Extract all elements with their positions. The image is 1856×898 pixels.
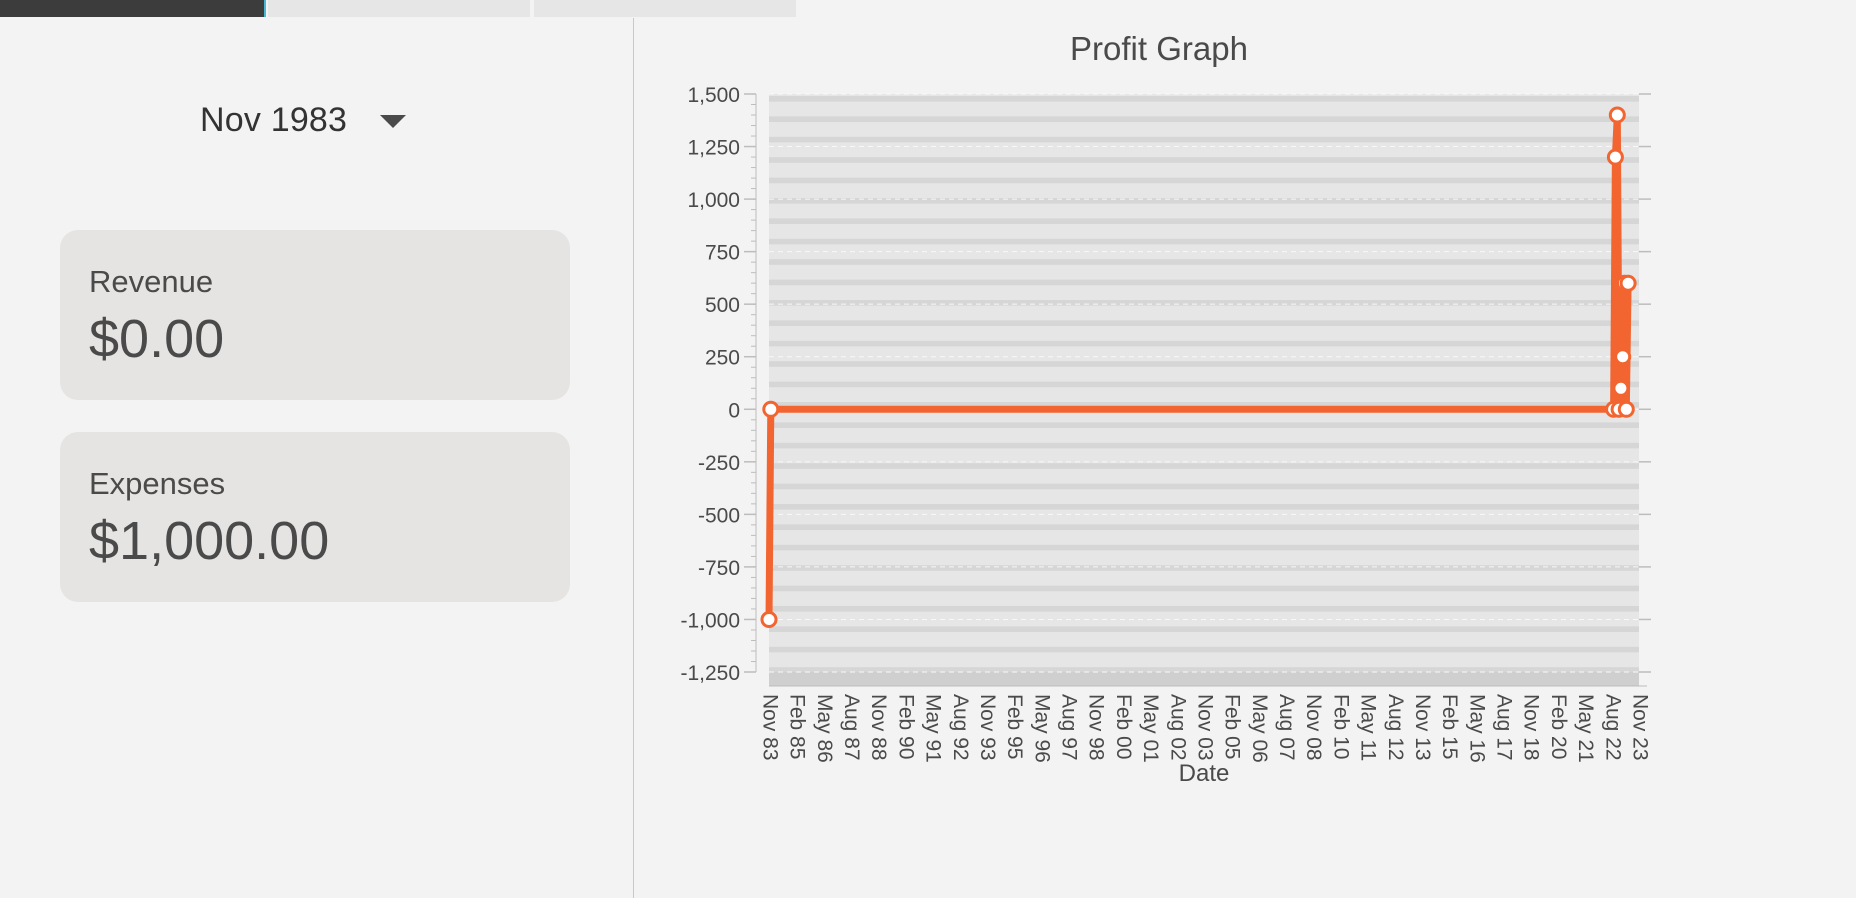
plot-stripe	[769, 116, 1639, 123]
x-tick-label: Feb 85	[786, 694, 809, 759]
tab-1[interactable]	[0, 0, 266, 17]
y-tick-label: 1,250	[687, 137, 740, 160]
x-tick-label: May 16	[1465, 694, 1488, 763]
x-tick-label: Feb 10	[1329, 694, 1352, 759]
x-tick-label: Feb 15	[1438, 694, 1461, 759]
data-point	[1619, 274, 1637, 292]
plot-stripe	[769, 606, 1639, 612]
expenses-value: $1,000.00	[89, 511, 330, 571]
plot-stripe	[769, 646, 1639, 653]
x-tick-label: May 11	[1357, 694, 1380, 761]
y-tick-label: 1,500	[687, 84, 740, 107]
x-tick-label: Aug 17	[1493, 694, 1516, 761]
x-tick-label: Aug 87	[840, 694, 863, 761]
x-tick-label: Aug 02	[1166, 694, 1189, 761]
x-tick-label: Feb 95	[1003, 694, 1026, 759]
plot-stripe	[769, 157, 1639, 163]
plot-stripe	[769, 218, 1639, 225]
y-tick-label: -250	[698, 452, 740, 475]
plot-stripe	[769, 585, 1639, 592]
plot-stripe	[769, 483, 1639, 490]
x-tick-label: Nov 83	[758, 694, 781, 761]
data-point	[762, 400, 780, 418]
plot-stripe	[769, 422, 1639, 429]
data-point	[1612, 379, 1630, 397]
expenses-label: Expenses	[89, 466, 226, 501]
data-point	[1614, 348, 1632, 366]
chevron-down-icon	[380, 114, 407, 128]
x-tick-label: Feb 05	[1221, 694, 1244, 759]
y-tick-label: -750	[698, 557, 740, 580]
revenue-card: Revenue $0.00	[60, 230, 570, 400]
plot-stripe	[769, 442, 1639, 449]
x-tick-label: Aug 12	[1384, 694, 1407, 761]
plot-stripe	[769, 259, 1639, 265]
x-tick-label: Nov 93	[976, 694, 999, 761]
revenue-value: $0.00	[89, 309, 225, 369]
x-tick-label: Feb 90	[894, 694, 917, 759]
x-tick-label: Nov 18	[1520, 694, 1543, 761]
plot-stripe	[769, 524, 1639, 531]
x-axis-label: Date	[1178, 760, 1230, 787]
plot-stripe	[769, 361, 1639, 367]
plot-stripe	[769, 340, 1639, 347]
x-tick-label: May 21	[1574, 694, 1597, 763]
y-tick-label: 250	[705, 347, 740, 370]
x-tick-label: Aug 07	[1275, 694, 1298, 761]
x-tick-label: Aug 92	[949, 694, 972, 761]
plot-stripe	[769, 544, 1639, 551]
expenses-card: Expenses $1,000.00	[60, 432, 570, 602]
plot-bottom-band	[769, 672, 1639, 686]
revenue-label: Revenue	[89, 264, 214, 299]
data-point	[1617, 400, 1635, 418]
x-tick-label: Feb 20	[1547, 694, 1570, 759]
x-tick-label: Nov 03	[1193, 694, 1216, 761]
y-tick-label: 0	[728, 399, 740, 422]
y-tick-label: 750	[705, 242, 740, 265]
plot-stripe	[769, 279, 1639, 286]
chart-title: Profit Graph	[1070, 30, 1248, 67]
x-tick-label: Nov 13	[1411, 694, 1434, 761]
plot-stripe	[769, 136, 1639, 143]
x-tick-label: May 06	[1248, 694, 1271, 763]
data-point	[1608, 106, 1626, 124]
y-tick-label: -500	[698, 504, 740, 527]
month-dropdown-value: Nov 1983	[200, 100, 348, 139]
x-tick-label: Aug 22	[1601, 694, 1624, 761]
x-tick-label: Aug 97	[1058, 694, 1081, 761]
data-point	[760, 611, 778, 628]
x-tick-label: May 96	[1030, 694, 1053, 763]
x-tick-label: May 86	[813, 694, 836, 763]
x-tick-label: Nov 98	[1085, 694, 1108, 761]
tab-2[interactable]	[268, 0, 530, 17]
plot-stripe	[769, 626, 1639, 633]
y-tick-label: 500	[705, 294, 740, 317]
plot-stripe	[769, 238, 1639, 245]
plot-stripe	[769, 96, 1639, 102]
x-tick-label: Feb 00	[1112, 694, 1135, 759]
x-tick-label: Nov 08	[1302, 694, 1325, 761]
plot-stripe	[769, 381, 1639, 388]
tab-3[interactable]	[534, 0, 796, 17]
x-tick-label: Nov 88	[867, 694, 890, 761]
y-tick-label: -1,000	[680, 609, 740, 632]
month-dropdown[interactable]: Nov 1983	[200, 92, 407, 148]
plot-stripe	[769, 320, 1639, 327]
plot-stripe	[769, 300, 1639, 306]
x-tick-label: Nov 23	[1628, 694, 1651, 761]
plot-stripe	[769, 463, 1639, 469]
data-point	[1606, 148, 1624, 166]
plot-stripe	[769, 177, 1639, 184]
plot-stripe	[769, 565, 1639, 571]
y-tick-label: 1,000	[687, 189, 740, 212]
plot-stripe	[769, 504, 1639, 510]
y-tick-label: -1,250	[680, 662, 740, 685]
x-tick-label: May 01	[1139, 694, 1162, 763]
x-tick-label: May 91	[922, 694, 945, 763]
